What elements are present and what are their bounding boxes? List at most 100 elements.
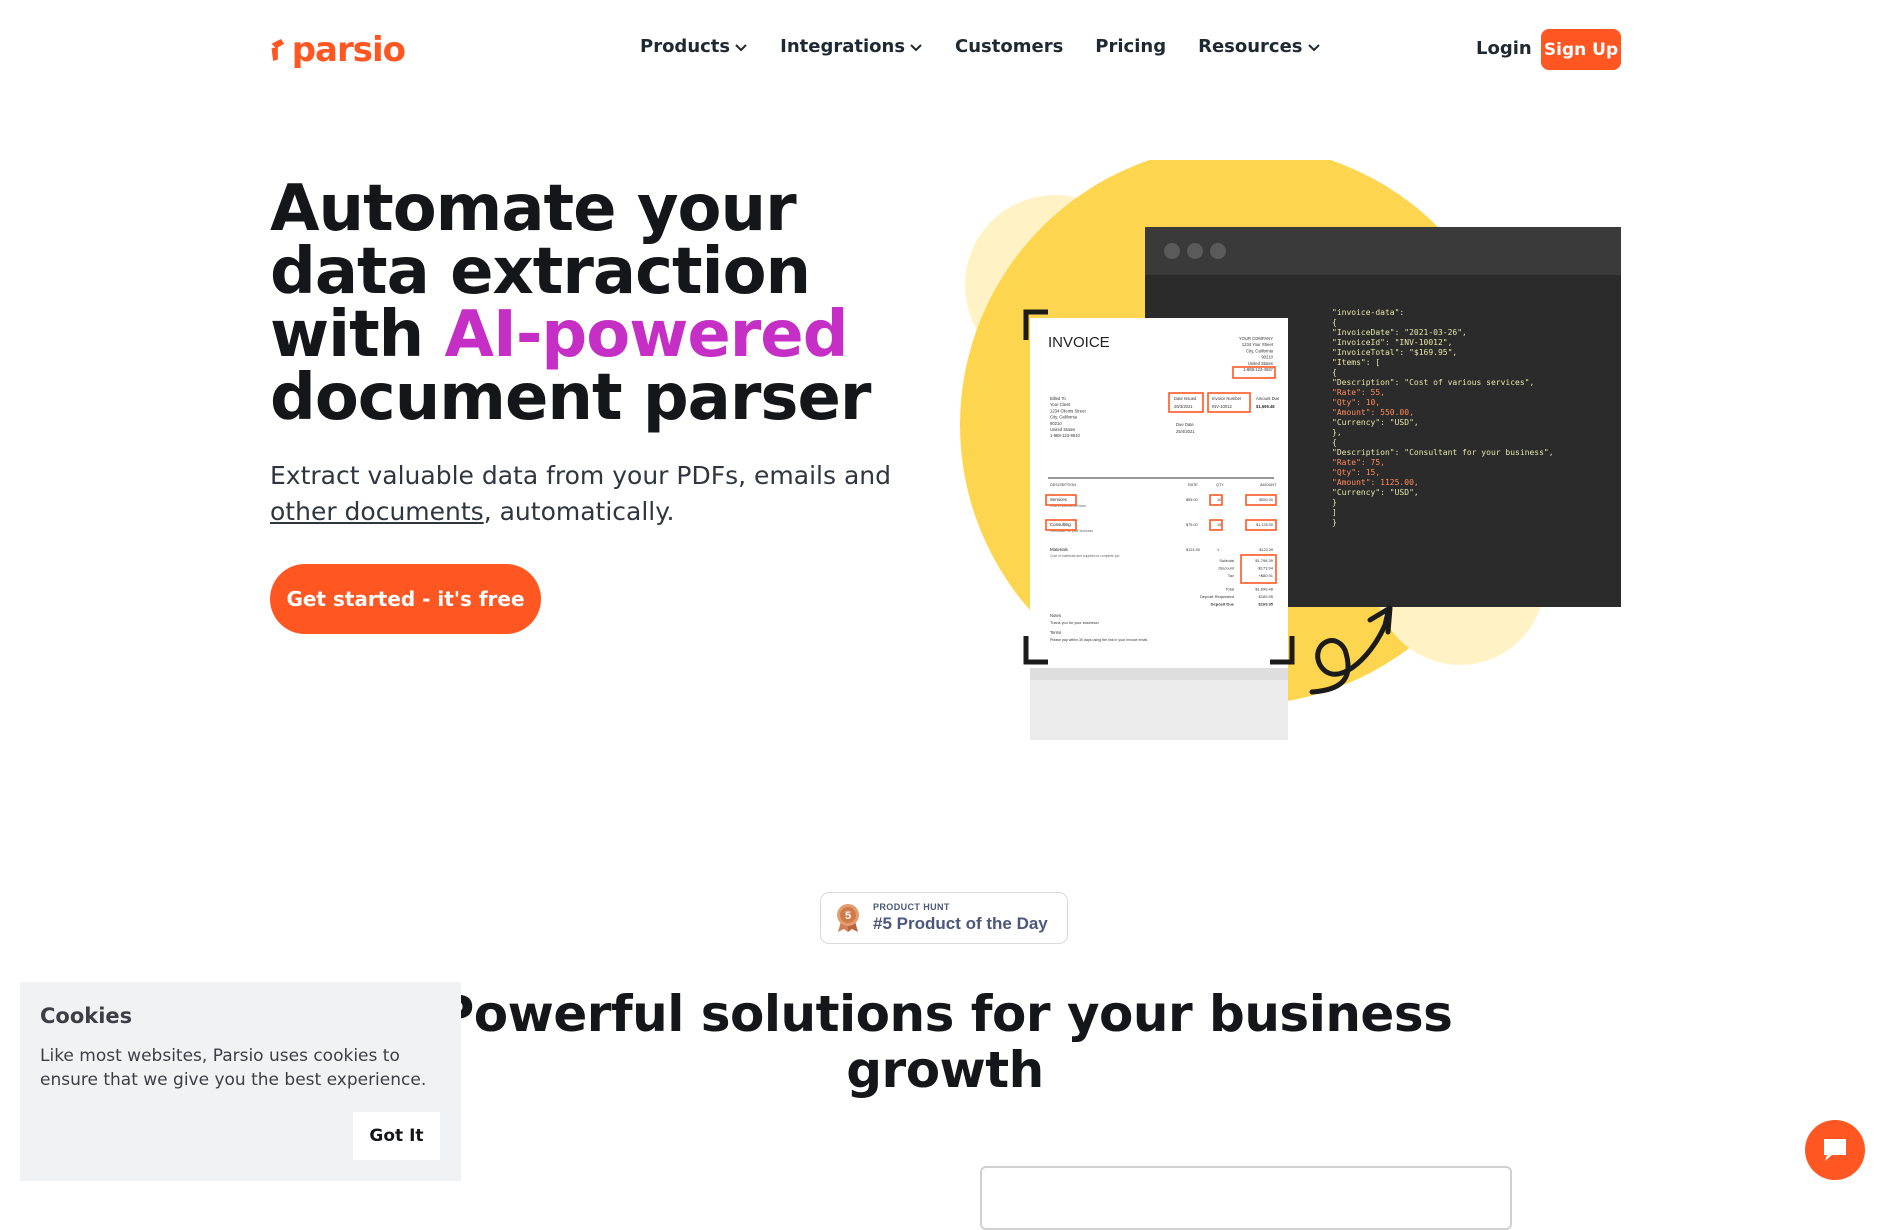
invoice-row-amount: $1,125.00 [1256,523,1273,527]
hero-subtitle: Extract valuable data from your PDFs, em… [270,458,930,530]
json-code-line: }, [1332,428,1342,437]
nav-integrations[interactable]: Integrations [780,36,923,57]
invoice-row-rate: $75.00 [1186,523,1198,527]
invoice-total-value: $169.95 [1259,602,1274,607]
invoice-row-amount: $123.39 [1259,548,1273,552]
medal-icon: 5 [837,904,859,932]
json-code-line: "Items": [ [1332,358,1380,367]
chat-bubble-icon [1824,1139,1846,1161]
product-hunt-rank: #5 Product of the Day [873,914,1048,933]
cookie-title: Cookies [40,1004,133,1028]
invoice-total-label: Tax [1228,573,1234,578]
nav-customers[interactable]: Customers [955,36,1063,57]
nav-pricing-label: Pricing [1095,36,1167,57]
json-code-line: "Currency": "USD", [1332,418,1419,427]
json-code-line: "InvoiceDate": "2021-03-26", [1332,328,1467,337]
chevron-down-icon [1307,43,1320,51]
invoice-total-label: Discount [1218,566,1234,571]
section-title-line-1: Powerful solutions for your business [437,985,1453,1043]
json-code-line: "Rate": 75, [1332,458,1385,467]
json-code-line: "Qty": 15, [1332,468,1380,477]
invoice-meta-label: Amount Due [1256,396,1280,401]
json-code-line: "Description": "Cost of various services… [1332,378,1534,387]
hero-subtitle-end: , automatically. [483,497,675,526]
other-documents-link[interactable]: other documents [270,497,484,526]
main-nav: Products Integrations Customers Pricing … [640,36,1321,57]
invoice-company-line: YOUR COMPANY [1239,336,1273,341]
hero-title-line-4: document parser [270,361,871,435]
json-code-line: "Rate": 55, [1332,388,1385,397]
json-code-line: "invoice-data": [1332,308,1404,317]
cookie-banner: Cookies Like most websites, Parsio uses … [20,982,461,1181]
invoice-total-value: -$173.94 [1257,566,1274,571]
json-code-line: "InvoiceId": "INV-10012", [1332,338,1452,347]
invoice-company-line: City, California [1246,348,1274,353]
nav-products[interactable]: Products [640,36,748,57]
invoice-billed-to-line: 1234 Clients Street [1050,408,1086,413]
product-hunt-label: PRODUCT HUNT [873,902,950,912]
window-dot-icon [1210,243,1226,259]
invoice-meta-label: Date Issued [1174,396,1197,401]
invoice-row-desc: Materials [1050,547,1069,552]
invoice-billed-to-line: 1-888-123-8910 [1050,433,1080,438]
medal-rank: 5 [845,910,851,922]
json-code-line: "Amount": 1125.00, [1332,478,1419,487]
invoice-terms-label: Terms [1050,630,1061,635]
invoice-company-line: 90210 [1261,355,1273,360]
get-started-button[interactable]: Get started - it's free [270,564,541,634]
chat-launcher-button[interactable] [1805,1120,1865,1180]
invoice-meta-label: Invoice Number [1212,396,1242,401]
hero-subtitle-text: Extract valuable data from your PDFs, em… [270,461,891,490]
invoice-table-header: RATE [1188,483,1198,487]
invoice-total-label: Total [1226,587,1235,592]
invoice-total-label: Deposit Due [1211,602,1235,607]
invoice-table-header: DESCRIPTION [1050,483,1076,487]
sign-up-button[interactable]: Sign Up [1541,29,1621,70]
nav-resources-label: Resources [1198,36,1303,57]
login-link[interactable]: Login [1476,38,1532,59]
invoice-row-rate: $55.00 [1186,498,1198,502]
invoice-row-amount: $550.00 [1259,498,1273,502]
json-code-line: "Amount": 550.00, [1332,408,1414,417]
nav-pricing[interactable]: Pricing [1095,36,1166,57]
invoice-terms-text: Please pay within 30 days using the link… [1050,638,1148,642]
json-code-line: "Description": "Consultant for your busi… [1332,448,1554,457]
invoice-meta-value: $1,699.48 [1256,404,1275,409]
invoice-total-value: $1,798.39 [1255,558,1274,563]
product-hunt-badge[interactable]: 5 PRODUCT HUNT #5 Product of the Day [820,892,1068,944]
invoice-total-value: +$80.91 [1258,573,1273,578]
invoice-row-qty: 15 [1217,523,1221,527]
invoice-billed-to-line: City, California [1050,415,1078,420]
json-code-line: "InvoiceTotal": "$169.95", [1332,348,1457,357]
invoice-notes-text: Thank you for your business! [1050,621,1099,625]
invoice-total-value: $169.95 [1259,594,1274,599]
invoice-billed-to-line: Your Client [1050,402,1071,407]
json-code-line: ] [1332,508,1337,517]
cookie-text: Like most websites, Parsio uses cookies … [40,1046,427,1090]
json-code-line: { [1332,318,1337,327]
invoice-row-qty: 10 [1217,498,1221,502]
nav-resources[interactable]: Resources [1198,36,1320,57]
nav-products-label: Products [640,36,731,57]
hero-illustration: "invoice-data":{ "InvoiceDate": "2021-03… [960,160,1621,740]
parsio-logo[interactable]: parsio [270,32,406,68]
got-it-button[interactable]: Got It [353,1112,440,1160]
chevron-down-icon [910,43,922,51]
section-title-line-2: growth [846,1041,1044,1099]
json-code-line: } [1332,498,1337,507]
parsio-logo-mark-icon [271,39,285,61]
invoice-row-desc: Consulting [1050,522,1071,527]
invoice-meta-value: INV-10012 [1212,404,1232,409]
nav-integrations-label: Integrations [780,36,906,57]
product-hunt-text: PRODUCT HUNT #5 Product of the Day [873,902,1048,934]
invoice-total-label: Deposit Requested [1200,594,1234,599]
window-dot-icon [1187,243,1203,259]
invoice-row-qty: 1 [1217,548,1219,552]
invoice-company-line: United States [1248,361,1273,366]
json-code-line: { [1332,438,1337,447]
invoice-total-label: Subtotal [1219,558,1234,563]
section-title: Powerful solutions for your business gro… [420,986,1470,1098]
json-code-line: } [1332,518,1337,527]
invoice-due-value: 25/4/2021 [1176,429,1195,434]
window-dot-icon [1164,243,1180,259]
